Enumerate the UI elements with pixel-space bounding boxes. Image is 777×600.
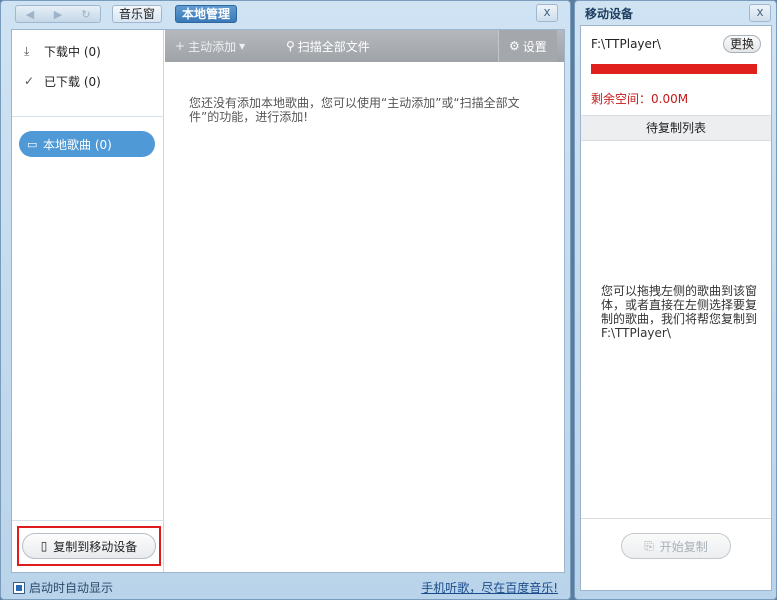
start-copy-button[interactable]: ⎘ 开始复制 — [621, 533, 731, 559]
space-bar — [591, 64, 757, 74]
device-close-button[interactable]: x — [749, 4, 771, 22]
settings-button[interactable]: ⚙ 设置 — [498, 30, 557, 62]
arrow-left-icon[interactable]: ◀ — [17, 8, 43, 21]
tab-music-window[interactable]: 音乐窗 — [112, 5, 163, 23]
device-content: F:\TTPlayer\ 更换 剩余空间：0.00M 待复制列表 您可以拖拽左侧… — [580, 25, 772, 591]
sidebar-item-downloaded[interactable]: ✓ 已下载 (0) — [24, 71, 101, 91]
empty-message: 您还没有添加本地歌曲，您可以使用“主动添加”或“扫描全部文件”的功能，进行添加! — [189, 96, 520, 124]
pending-list-message: 您可以拖拽左侧的歌曲到该窗体，或者直接在左侧选择要复制的歌曲，我们将帮您复制到F… — [601, 284, 758, 340]
promo-link[interactable]: 手机听歌，尽在百度音乐! — [421, 579, 558, 596]
checkbox-icon[interactable] — [13, 581, 25, 594]
sidebar-item-label: 本地歌曲 (0) — [43, 137, 112, 152]
nav-group: ◀ ▶ ↻ — [15, 5, 101, 23]
close-button[interactable]: x — [536, 4, 558, 22]
copy-to-device-button[interactable]: ▯ 复制到移动设备 — [22, 533, 156, 559]
scan-all-button[interactable]: ⚲ 扫描全部文件 — [286, 30, 370, 62]
song-list-area: + 主动添加 ▾ ⚲ 扫描全部文件 ⚙ 设置 您还没有添加本地歌曲，您可以使用“… — [165, 30, 564, 572]
autostart-label: 启动时自动显示 — [29, 581, 114, 595]
monitor-icon: ▭ — [27, 137, 38, 151]
add-button[interactable]: + 主动添加 ▾ — [175, 30, 245, 62]
divider — [581, 518, 771, 519]
sidebar-item-label: 下载中 (0) — [44, 44, 101, 59]
pending-list-header: 待复制列表 — [581, 115, 771, 141]
search-icon: ⚲ — [286, 39, 295, 53]
chevron-down-icon: ▾ — [239, 39, 246, 53]
device-title: 移动设备 — [585, 7, 634, 21]
scan-label: 扫描全部文件 — [297, 39, 370, 54]
arrow-right-icon[interactable]: ▶ — [45, 8, 71, 21]
sidebar-item-label: 已下载 (0) — [44, 74, 101, 89]
toolbar: + 主动添加 ▾ ⚲ 扫描全部文件 ⚙ 设置 — [165, 30, 564, 62]
checkmark-icon: ✓ — [24, 74, 35, 88]
settings-label: 设置 — [522, 39, 547, 54]
sidebar-item-local-songs[interactable]: ▭ 本地歌曲 (0) — [19, 131, 155, 157]
bottom-bar: 启动时自动显示 手机听歌，尽在百度音乐! — [1, 577, 570, 597]
copy-button-highlight: ▯ 复制到移动设备 — [17, 526, 161, 566]
remaining-space-label: 剩余空间：0.00M — [591, 92, 689, 106]
device-path: F:\TTPlayer\ — [591, 37, 661, 51]
device-window: 移动设备 x F:\TTPlayer\ 更换 剩余空间：0.00M 待复制列表 … — [574, 0, 777, 600]
copy-to-device-label: 复制到移动设备 — [53, 539, 138, 554]
divider — [12, 116, 164, 117]
divider — [12, 520, 164, 521]
titlebar: ◀ ▶ ↻ 音乐窗 本地管理 x — [1, 1, 570, 27]
plus-icon: + — [175, 39, 186, 53]
autostart-checkbox[interactable]: 启动时自动显示 — [13, 579, 113, 596]
gear-icon: ⚙ — [509, 39, 520, 53]
left-panel: ⤓ 下载中 (0) ✓ 已下载 (0) ▭ 本地歌曲 (0) ▯ 复制到移动设备 — [12, 30, 164, 572]
add-label: 主动添加 — [188, 39, 237, 54]
refresh-icon[interactable]: ↻ — [73, 8, 99, 21]
phone-icon: ▯ — [40, 539, 48, 553]
change-path-button[interactable]: 更换 — [723, 35, 761, 53]
sidebar-item-downloading[interactable]: ⤓ 下载中 (0) — [24, 41, 101, 61]
start-copy-label: 开始复制 — [659, 539, 708, 554]
main-window: ◀ ▶ ↻ 音乐窗 本地管理 x ⤓ 下载中 (0) ✓ 已下载 (0) ▭ 本… — [0, 0, 571, 600]
download-icon: ⤓ — [24, 43, 30, 58]
tab-local-management[interactable]: 本地管理 — [175, 5, 238, 23]
main-content: ⤓ 下载中 (0) ✓ 已下载 (0) ▭ 本地歌曲 (0) ▯ 复制到移动设备 — [11, 29, 565, 573]
copy-icon: ⎘ — [644, 538, 654, 553]
